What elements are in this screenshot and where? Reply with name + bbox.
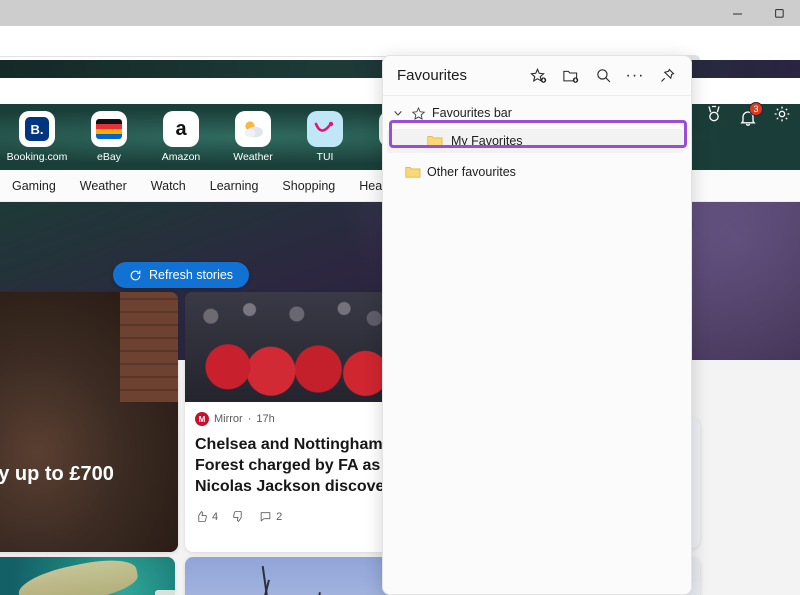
tree-node-label: Other favourites [427,165,516,179]
dislike-button[interactable] [232,510,245,523]
minimize-button[interactable] [716,0,758,26]
like-count: 4 [212,510,219,523]
tree-node-favourites-bar[interactable]: Favourites bar [383,100,691,126]
add-favourite-button[interactable] [525,62,553,90]
bottom-card-nature[interactable] [185,557,400,595]
carousel-next-button[interactable] [155,590,177,595]
browser-window: ··· B. Booking.com eBay [0,0,800,595]
tree-node-other-favourites[interactable]: Other favourites [383,159,691,185]
refresh-stories-button[interactable]: Refresh stories [113,262,250,288]
notifications-bell[interactable]: 3 [738,101,763,127]
gear-icon[interactable] [772,104,792,129]
tree-node-label: My Favorites [451,134,523,148]
comment-button[interactable]: 2 [259,510,282,523]
quick-link-booking[interactable]: B. Booking.com [6,111,68,163]
chevron-down-icon[interactable] [391,108,405,118]
quick-link-amazon[interactable]: a Amazon [150,111,212,163]
quick-link-label: Amazon [161,151,201,163]
title-bar [0,0,800,26]
nav-item-gaming[interactable]: Gaming [12,179,56,193]
quick-link-ebay[interactable]: eBay [78,111,140,163]
folder-icon [427,134,443,148]
favourites-actions: ··· [525,62,681,90]
refresh-icon [129,269,142,282]
quick-link-weather[interactable]: Weather [222,111,284,163]
nav-item-weather[interactable]: Weather [80,179,127,193]
favourites-tree: Favourites bar My Favorites Other favour… [383,96,691,185]
tui-icon [307,111,343,147]
ebay-icon [91,111,127,147]
add-folder-button[interactable] [557,62,585,90]
tree-node-label: Favourites bar [432,106,512,120]
weather-icon [235,111,271,147]
favourites-title: Favourites [397,67,468,84]
quick-link-label: TUI [316,151,334,163]
nav-item-watch[interactable]: Watch [151,179,186,193]
star-icon [411,106,426,121]
page-header-icons: 3 [704,101,792,129]
bottom-card-game[interactable] [0,557,175,595]
ellipsis-icon: ··· [625,66,645,84]
window-controls [716,0,800,26]
advert-image [0,292,178,552]
game-image [0,557,175,595]
advert-card[interactable]: by up to £700 [0,292,178,552]
news-reactions: 4 2 [195,510,282,523]
search-favourites-button[interactable] [589,62,617,90]
refresh-stories-label: Refresh stories [149,268,234,282]
folder-icon [405,165,421,179]
quick-link-label: eBay [97,151,121,163]
nav-item-shopping[interactable]: Shopping [282,179,335,193]
news-separator: · [247,413,252,425]
tree-node-my-favorites[interactable]: My Favorites [387,129,683,153]
favourites-more-button[interactable]: ··· [621,62,649,90]
like-button[interactable]: 4 [195,510,218,523]
news-headline: Chelsea and Nottingham Forest charged by… [195,436,385,495]
favourites-flyout: Favourites ··· Favourites bar My Favorit… [382,55,692,595]
nav-item-learning[interactable]: Learning [210,179,259,193]
news-timestamp: 17h [256,413,275,425]
quick-link-tui[interactable]: TUI [294,111,356,163]
nature-image [185,557,400,595]
favourites-header: Favourites ··· [383,56,691,96]
notification-badge: 3 [749,101,763,116]
pin-pane-button[interactable] [653,62,681,90]
news-source-row: M Mirror · 17h [195,412,275,426]
amazon-icon: a [163,111,199,147]
quick-link-label: Weather [233,151,273,163]
advert-text: by up to £700 [0,463,114,485]
comment-count: 2 [276,510,283,523]
football-players-image [185,292,400,402]
booking-icon: B. [19,111,55,147]
news-source-name: Mirror [214,413,243,425]
branch-shape [261,565,279,595]
quick-link-label: Booking.com [6,151,68,163]
brick-texture [120,292,178,402]
mirror-source-icon: M [195,412,209,426]
coastline-shape [15,557,141,595]
news-image [185,292,400,402]
news-card[interactable]: M Mirror · 17h Chelsea and Nottingham Fo… [185,292,400,552]
medal-icon[interactable] [704,104,724,129]
maximize-button[interactable] [758,0,800,26]
